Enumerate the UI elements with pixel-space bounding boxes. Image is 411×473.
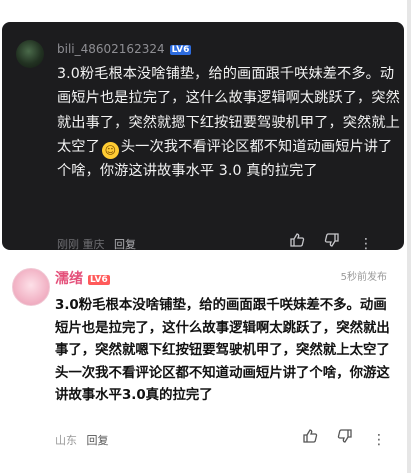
username[interactable]: bili_48602162324 [57,42,165,56]
comment-text: 3.0粉毛根本没啥铺垫，给的画面跟千咲妹差不多。动画短片也是拉完了，这什么故事逻… [57,62,402,183]
grinning-face-emoji-icon: ☺ [101,141,119,159]
reply-button[interactable]: 回复 [87,434,109,447]
avatar[interactable] [16,40,44,68]
more-icon[interactable]: ⋮ [354,236,378,252]
thumbs-down-icon[interactable] [320,232,344,252]
more-icon[interactable]: ⋮ [367,432,391,448]
avatar[interactable] [12,268,50,306]
thumbs-up-icon[interactable] [285,232,309,252]
location: 刚刚 重庆 [57,238,105,251]
comment-meta: 刚刚 重庆 回复 [57,236,136,252]
location: 山东 [55,434,77,447]
comment-actions: ⋮ [279,232,378,252]
level-badge: LV6 [88,275,110,285]
dark-comment-card: bili_48602162324 LV6 3.0粉毛根本没啥铺垫，给的画面跟千咲妹… [2,22,404,252]
scrollbar-track [407,0,411,473]
level-badge: LV6 [169,45,192,55]
comment-header: 濡绪 LV6 [55,268,110,288]
comment-actions: ⋮ [292,428,391,448]
timestamp: 5秒前发布 [340,272,387,283]
comment-text: 3.0粉毛根本没啥铺垫，给的画面跟千咲妹差不多。动画短片也是拉完了，这什么故事逻… [55,298,390,403]
username[interactable]: 濡绪 [55,271,83,287]
comment-header: bili_48602162324 LV6 [57,42,192,56]
thumbs-up-icon[interactable] [298,428,322,448]
reply-button[interactable]: 回复 [114,238,136,251]
thumbs-down-icon[interactable] [333,428,357,448]
comment-meta: 山东 回复 [55,432,109,448]
